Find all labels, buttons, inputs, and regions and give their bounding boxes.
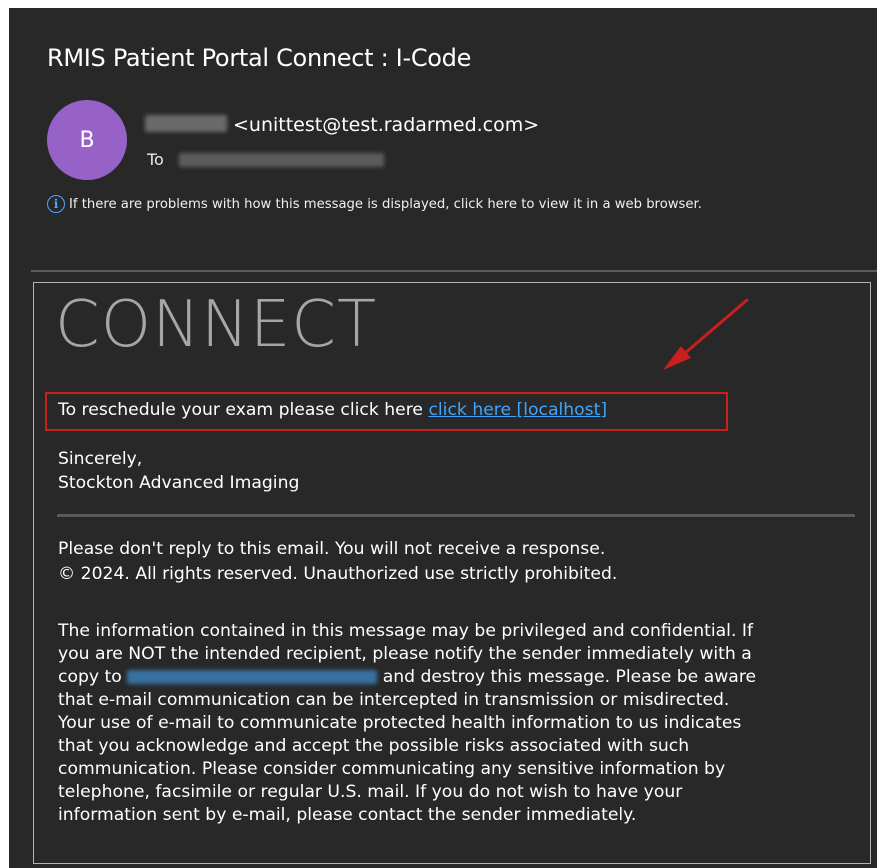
disclaimer-line: you are NOT the intended recipient, plea… [58,644,752,664]
disclaimer-copy-to: copy to [58,667,128,687]
email-subject: RMIS Patient Portal Connect : I-Code [47,44,472,72]
disclaimer-line: copy to and destroy this message. Please… [58,666,756,690]
email-reading-pane: RMIS Patient Portal Connect : I-Code B <… [9,8,877,868]
disclaimer-line: telephone, facsimile or regular U.S. mai… [58,782,683,802]
sender-email[interactable]: <unittest@test.radarmed.com> [233,114,539,136]
connect-logo: CONNECT [55,288,378,362]
reschedule-line: To reschedule your exam please click her… [58,400,607,420]
reschedule-text: To reschedule your exam please click her… [58,400,429,420]
copyright-notice: © 2024. All rights reserved. Unauthorize… [58,564,618,584]
disclaimer-line: information sent by e-mail, please conta… [58,805,637,825]
view-in-browser-notice[interactable]: i If there are problems with how this me… [47,195,702,213]
reschedule-link[interactable]: click here [localhost] [428,400,607,420]
sender-avatar[interactable]: B [47,100,127,180]
no-reply-notice: Please don't reply to this email. You wi… [58,539,606,559]
avatar-letter: B [79,127,95,153]
disclaimer-destroy-text: and destroy this message. Please be awar… [377,667,757,687]
closing-salutation: Sincerely, [58,449,143,469]
footer-divider [57,514,855,517]
disclaimer-line: that e-mail communication can be interce… [58,690,730,710]
recipient-redacted[interactable] [179,153,384,167]
red-arrow-annotation [663,298,749,370]
organization-name: Stockton Advanced Imaging [58,473,300,493]
header-divider [31,270,877,272]
info-icon: i [47,195,65,213]
disclaimer-line: Your use of e-mail to communicate protec… [58,713,742,733]
redacted-email-link[interactable] [127,670,378,684]
to-label: To [147,150,164,169]
disclaimer-line: The information contained in this messag… [58,621,753,641]
disclaimer-line: communication. Please consider communica… [58,759,726,779]
disclaimer-line: that you acknowledge and accept the poss… [58,736,690,756]
sender-name-redacted[interactable] [145,115,227,132]
view-in-browser-text[interactable]: If there are problems with how this mess… [69,197,702,212]
